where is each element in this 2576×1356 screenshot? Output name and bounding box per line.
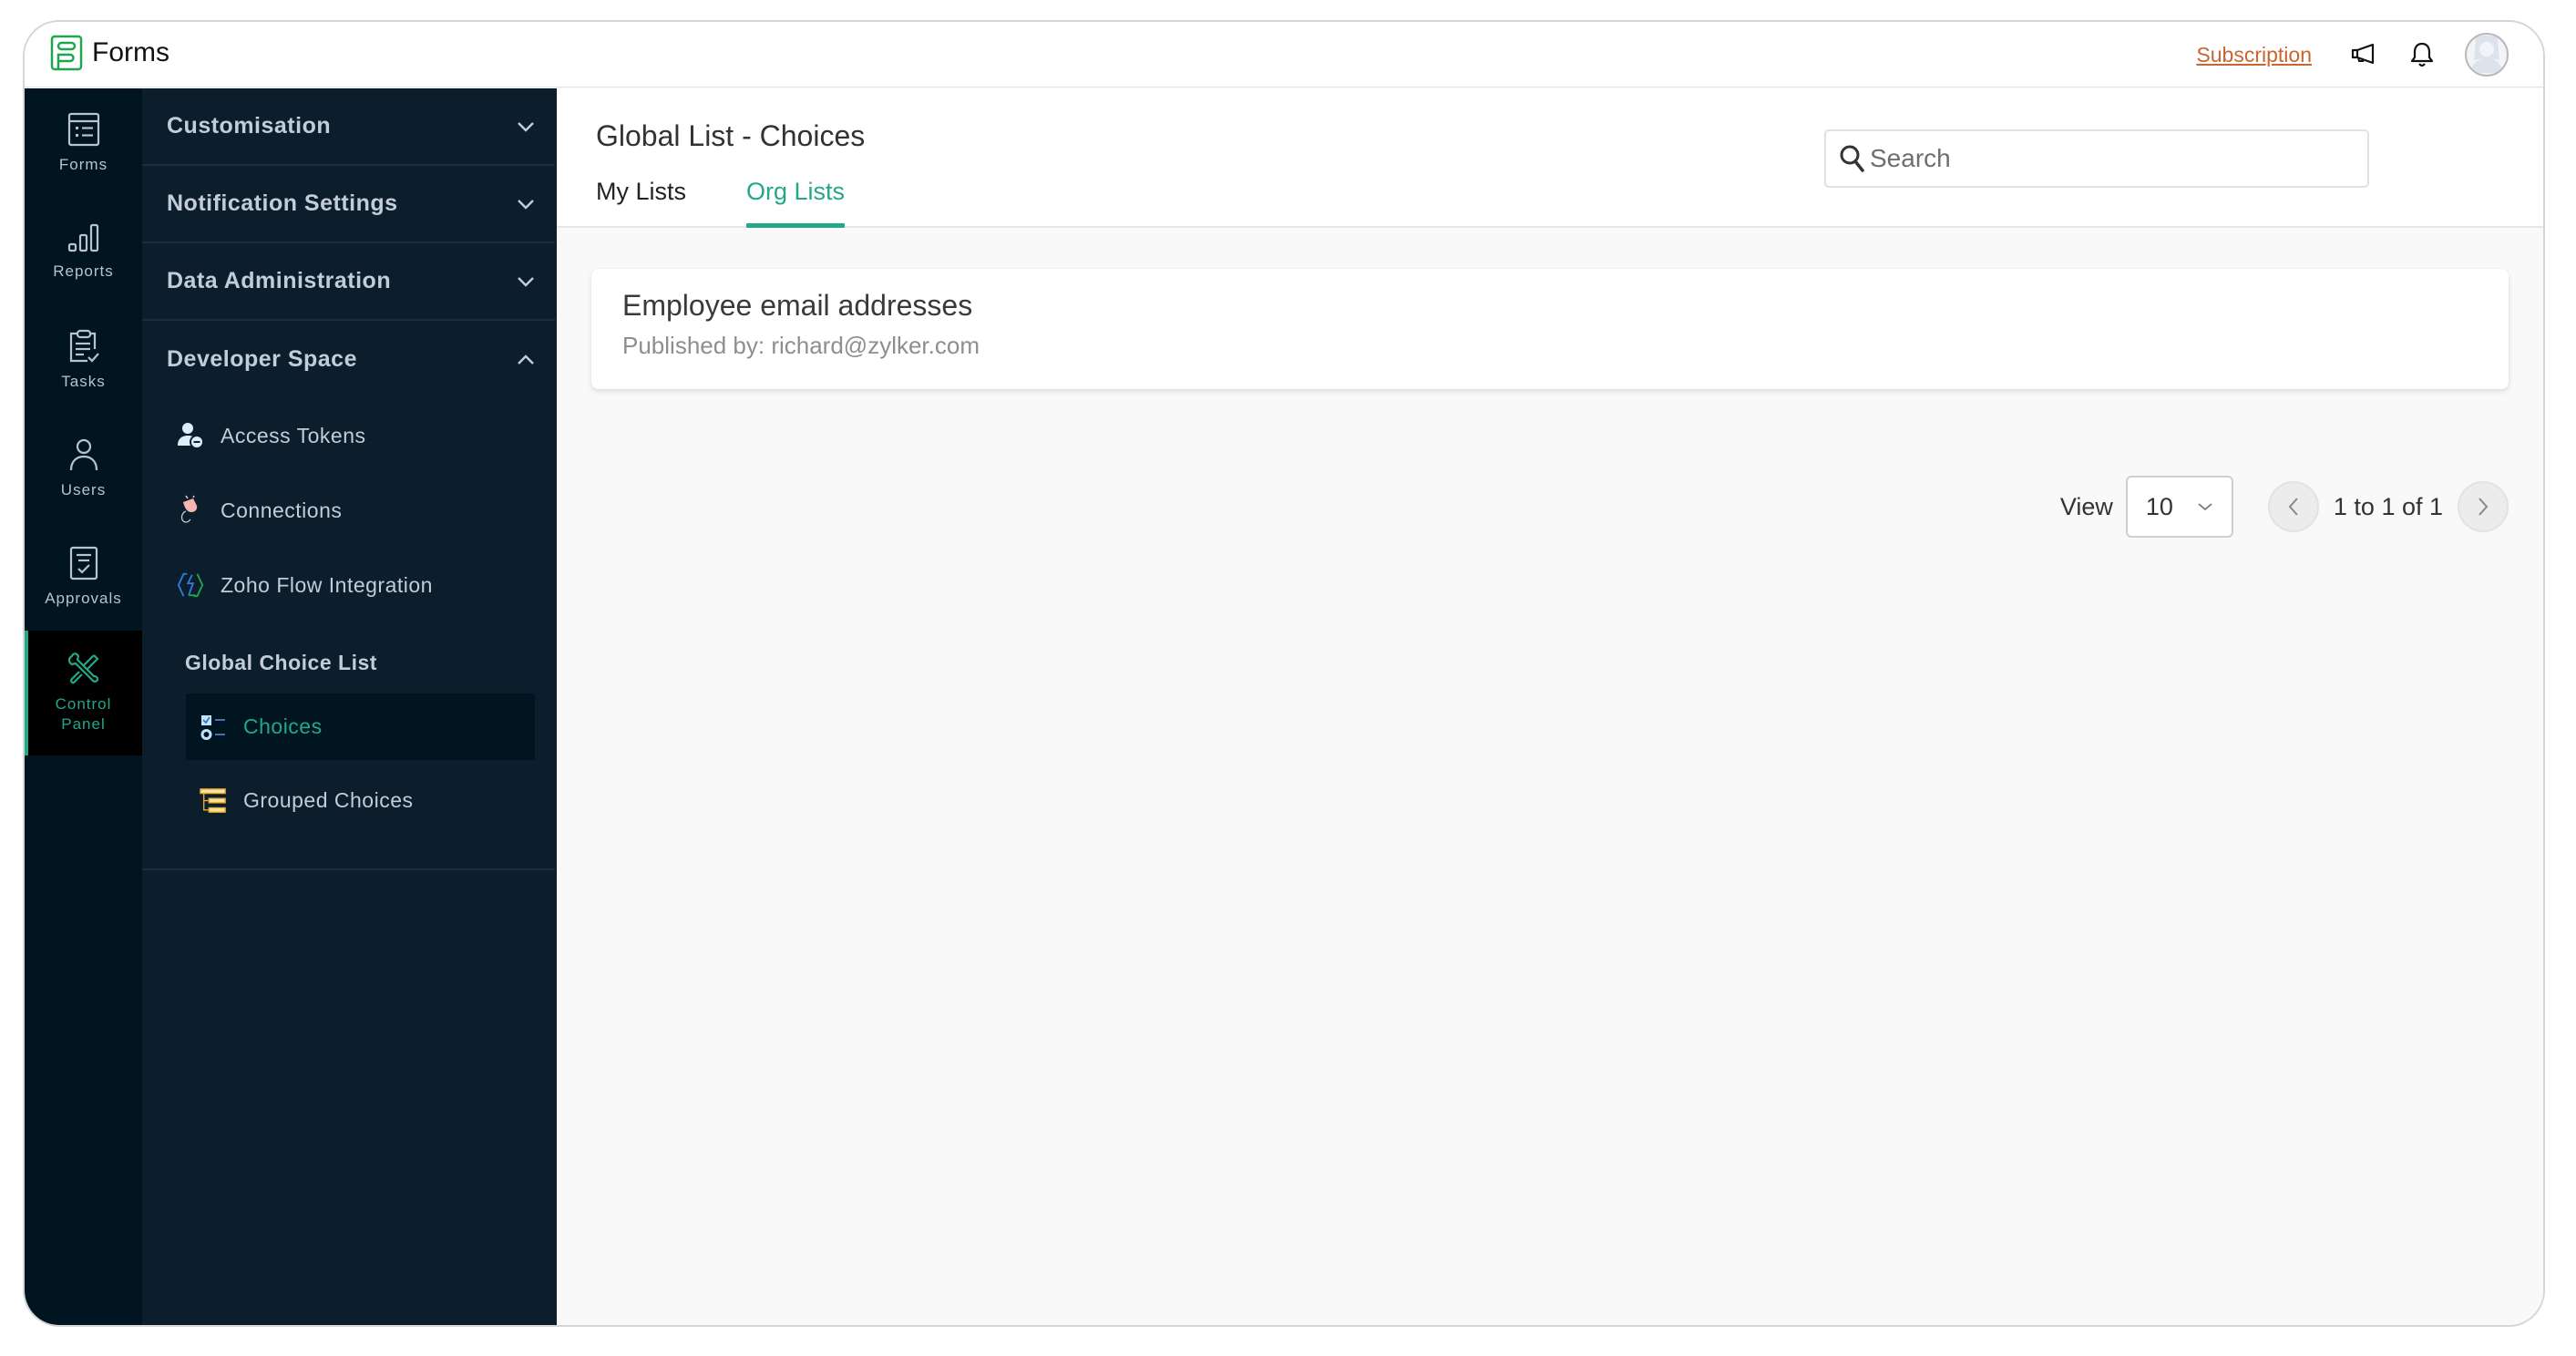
menu-section-label: Developer Space bbox=[167, 346, 357, 372]
reports-icon bbox=[67, 223, 98, 252]
icon-rail: Forms Reports Tasks Users Approvals Cont… bbox=[25, 88, 142, 1325]
list-card[interactable]: Employee email addresses Published by: r… bbox=[591, 269, 2509, 389]
subscription-link[interactable]: Subscription bbox=[2196, 43, 2312, 67]
tab-my-lists[interactable]: My Lists bbox=[596, 178, 686, 228]
menu-item-label: Connections bbox=[221, 498, 343, 522]
chevron-down-icon bbox=[2198, 503, 2212, 511]
chevron-down-icon bbox=[518, 276, 534, 287]
list-tabs: My Lists Org Lists bbox=[596, 178, 905, 228]
main-content: Global List - Choices My Lists Org Lists… bbox=[557, 88, 2543, 1325]
app-name: Forms bbox=[92, 37, 169, 67]
access-token-icon bbox=[177, 422, 204, 449]
rail-label: Forms bbox=[58, 155, 108, 173]
chevron-down-icon bbox=[518, 121, 534, 132]
rail-label: Approvals bbox=[45, 589, 122, 607]
top-actions: Subscription bbox=[2196, 22, 2543, 87]
tasks-icon bbox=[69, 329, 99, 363]
menu-item-zoho-flow-integration[interactable]: Zoho Flow Integration bbox=[142, 548, 555, 622]
page-range-text: 1 to 1 of 1 bbox=[2333, 492, 2443, 520]
top-bar: Forms Subscription bbox=[25, 22, 2543, 87]
list-published-by: Published by: richard@zylker.com bbox=[622, 332, 980, 359]
rail-item-reports[interactable]: Reports bbox=[25, 197, 142, 305]
rail-item-users[interactable]: Users bbox=[25, 414, 142, 522]
page-size-value: 10 bbox=[2145, 492, 2173, 520]
menu-item-label: Grouped Choices bbox=[243, 788, 414, 812]
menu-item-connections[interactable]: Connections bbox=[142, 473, 555, 548]
menu-section-customisation[interactable]: Customisation bbox=[142, 88, 555, 166]
group-heading-global-choice-list: Global Choice List bbox=[185, 651, 377, 674]
menu-item-access-tokens[interactable]: Access Tokens bbox=[142, 398, 555, 473]
previous-page-button[interactable] bbox=[2267, 481, 2319, 532]
rail-item-control-panel[interactable]: Control Panel bbox=[25, 631, 142, 755]
next-page-button[interactable] bbox=[2458, 481, 2509, 532]
zoho-flow-icon bbox=[177, 571, 204, 599]
search-icon bbox=[1840, 145, 1864, 172]
menu-section-label: Data Administration bbox=[167, 268, 392, 293]
menu-item-label: Zoho Flow Integration bbox=[221, 572, 433, 597]
menu-section-notification-settings[interactable]: Notification Settings bbox=[142, 166, 555, 243]
view-label: View bbox=[2059, 492, 2113, 520]
tools-icon bbox=[67, 652, 99, 683]
rail-label: Reports bbox=[53, 262, 114, 280]
menu-section-label: Notification Settings bbox=[167, 190, 398, 216]
menu-divider bbox=[142, 841, 555, 870]
forms-logo-icon bbox=[50, 35, 83, 71]
settings-menu: Customisation Notification Settings Data… bbox=[142, 88, 557, 1325]
forms-icon bbox=[67, 112, 99, 146]
rail-label: Tasks bbox=[61, 372, 106, 390]
menu-section-developer-space[interactable]: Developer Space bbox=[142, 321, 555, 398]
rail-label: Users bbox=[60, 480, 107, 498]
page-title: Global List - Choices bbox=[596, 119, 866, 152]
chevron-down-icon bbox=[518, 199, 534, 210]
choices-icon bbox=[200, 714, 227, 741]
pagination: View 10 1 to 1 of 1 bbox=[2060, 475, 2509, 539]
chevron-right-icon bbox=[2479, 498, 2489, 516]
menu-item-label: Access Tokens bbox=[221, 423, 366, 447]
bell-icon[interactable] bbox=[2407, 39, 2437, 70]
search-box[interactable] bbox=[1824, 129, 2369, 188]
page-header: Global List - Choices My Lists Org Lists bbox=[557, 88, 2543, 228]
app-window: Forms Subscription Forms Reports Tasks U… bbox=[23, 20, 2545, 1327]
users-icon bbox=[69, 438, 97, 470]
menu-section-label: Customisation bbox=[167, 113, 332, 139]
chevron-up-icon bbox=[518, 354, 534, 365]
search-input[interactable] bbox=[1870, 144, 2345, 173]
page-size-select[interactable]: 10 bbox=[2125, 476, 2233, 538]
chevron-left-icon bbox=[2288, 498, 2298, 516]
grouped-choices-icon bbox=[200, 787, 227, 815]
approvals-icon bbox=[69, 546, 97, 580]
rail-item-approvals[interactable]: Approvals bbox=[25, 522, 142, 631]
menu-section-data-administration[interactable]: Data Administration bbox=[142, 243, 555, 321]
tab-org-lists[interactable]: Org Lists bbox=[746, 178, 846, 228]
avatar[interactable] bbox=[2465, 33, 2509, 77]
menu-item-label: Choices bbox=[243, 714, 323, 738]
megaphone-icon[interactable] bbox=[2348, 39, 2379, 70]
plug-icon bbox=[177, 495, 204, 524]
brand[interactable]: Forms bbox=[50, 35, 169, 71]
rail-label-line2: Panel bbox=[61, 714, 106, 733]
menu-item-choices[interactable]: Choices bbox=[186, 693, 535, 760]
list-title: Employee email addresses bbox=[622, 289, 973, 322]
rail-item-tasks[interactable]: Tasks bbox=[25, 305, 142, 414]
menu-item-grouped-choices[interactable]: Grouped Choices bbox=[186, 767, 535, 834]
rail-label-line1: Control bbox=[55, 694, 112, 713]
rail-item-forms[interactable]: Forms bbox=[25, 88, 142, 197]
